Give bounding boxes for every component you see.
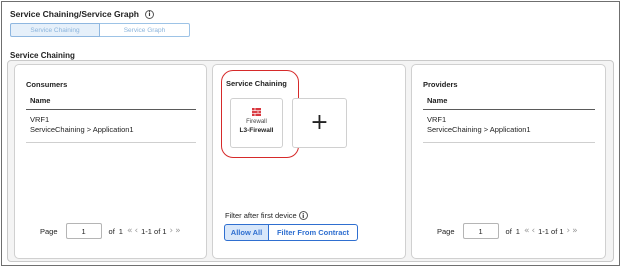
service-chain-title: Service Chaining [226, 79, 287, 88]
page-label: Page [40, 226, 58, 236]
tab-service-graph[interactable]: Service Graph [100, 23, 190, 37]
table-row[interactable]: VRF1 ServiceChaining > Application1 [423, 111, 595, 143]
last-page-icon[interactable]: » [175, 226, 181, 236]
of-label: of [108, 226, 115, 236]
row-path: ServiceChaining > Application1 [30, 124, 134, 134]
page-input[interactable]: 1 [65, 223, 102, 239]
next-page-icon[interactable]: › [170, 226, 174, 236]
divider [423, 109, 595, 110]
page-label: Page [437, 226, 455, 236]
of-label: of [505, 226, 512, 236]
info-icon[interactable]: i [144, 9, 154, 19]
page-input[interactable]: 1 [462, 223, 499, 239]
filter-label: Filter after first device i [225, 211, 308, 220]
row-vrf: VRF1 [427, 115, 447, 124]
page-range: 1-1 of 1 [141, 226, 167, 236]
filter-toggle: Allow All Filter From Contract [224, 224, 358, 241]
next-page-icon[interactable]: › [567, 226, 571, 236]
row-path: ServiceChaining > Application1 [427, 124, 531, 134]
providers-pagination: Page 1 of 1 « ‹ 1-1 of 1 › » [437, 223, 579, 239]
prev-page-icon[interactable]: ‹ [531, 226, 535, 236]
providers-name-header: Name [427, 96, 448, 105]
page-total: 1 [118, 226, 123, 236]
tab-service-chaining[interactable]: Service Chaining [10, 23, 100, 37]
device-l3-firewall[interactable]: Firewall L3-Firewall [230, 98, 283, 148]
providers-card: Providers Name VRF1 ServiceChaining > Ap… [411, 64, 606, 259]
filter-label-text: Filter after first device [225, 211, 297, 220]
consumers-pagination: Page 1 of 1 « ‹ 1-1 of 1 › » [40, 223, 182, 239]
providers-title: Providers [423, 80, 458, 89]
section-title: Service Chaining [10, 51, 75, 60]
page-range: 1-1 of 1 [538, 226, 564, 236]
consumers-card: Consumers Name VRF1 ServiceChaining > Ap… [14, 64, 207, 259]
allow-all-option[interactable]: Allow All [224, 224, 269, 241]
first-page-icon[interactable]: « [524, 226, 530, 236]
consumers-title: Consumers [26, 80, 68, 89]
page-total: 1 [515, 226, 520, 236]
view-toggle: Service Chaining Service Graph [10, 23, 190, 37]
filter-from-contract-option[interactable]: Filter From Contract [269, 224, 358, 241]
device-name: L3-Firewall [239, 127, 274, 134]
page-title: Service Chaining/Service Graph [10, 9, 139, 19]
page-header: Service Chaining/Service Graph i [10, 9, 154, 19]
row-vrf: VRF1 [30, 115, 50, 124]
last-page-icon[interactable]: » [572, 226, 578, 236]
divider [26, 109, 196, 110]
prev-page-icon[interactable]: ‹ [134, 226, 138, 236]
device-type: Firewall [246, 119, 267, 125]
info-icon[interactable]: i [298, 211, 308, 220]
table-row[interactable]: VRF1 ServiceChaining > Application1 [26, 111, 196, 143]
consumers-name-header: Name [30, 96, 51, 105]
first-page-icon[interactable]: « [127, 226, 133, 236]
firewall-icon [252, 108, 261, 116]
add-device-button[interactable]: + [292, 98, 347, 148]
